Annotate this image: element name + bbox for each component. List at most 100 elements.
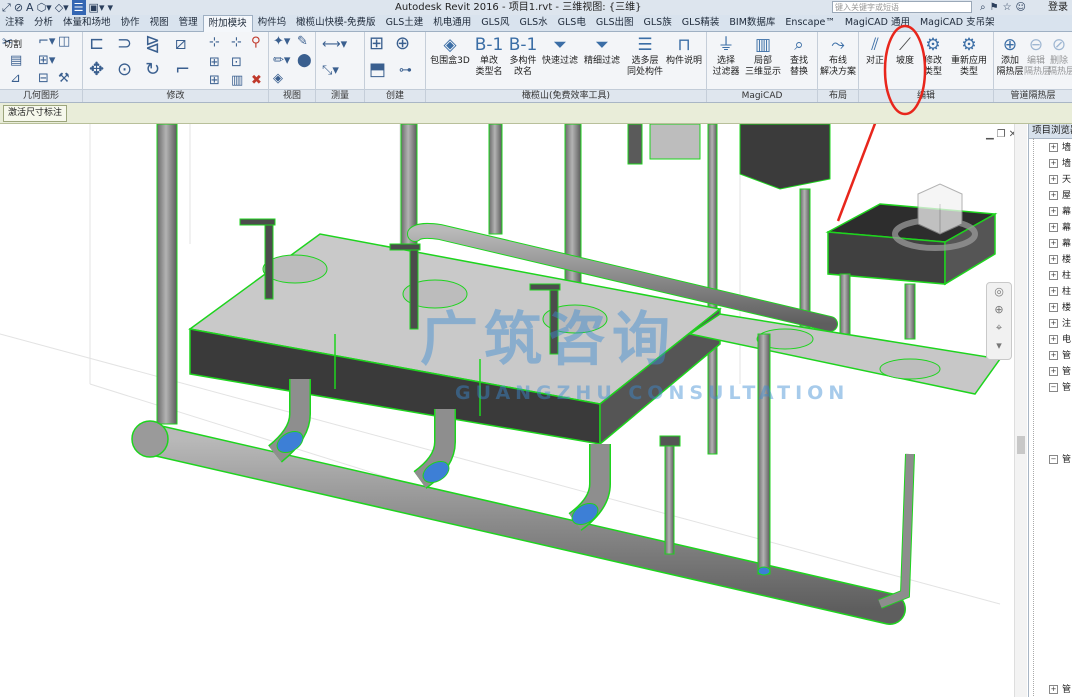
expand-icon[interactable]: + (1049, 271, 1058, 280)
tree-item[interactable]: + 天 (1049, 174, 1071, 187)
linework-icon[interactable]: ✏▾ (273, 54, 290, 68)
tree-item[interactable]: + 幕 (1049, 206, 1071, 219)
tree-item[interactable]: + 楼 (1049, 254, 1071, 267)
expand-icon[interactable]: + (1049, 159, 1058, 168)
create-assembly-icon[interactable]: ⊞ (369, 34, 384, 54)
tab-view[interactable]: 视图 (145, 15, 174, 31)
paint-icon[interactable]: ⊞▾ (38, 54, 55, 68)
reapply-type-button[interactable]: ⚙ 重新应用 类型 (947, 34, 991, 88)
thin-lines-icon[interactable]: ☰ (71, 0, 86, 15)
3d-viewport[interactable]: 广筑咨询 GUANGZHU CONSULTATION ▁❐✕ ◎ ⊕ ⌖ ▾ (0, 124, 1028, 697)
component-info-button[interactable]: ⊓ 构件说明 (664, 34, 704, 88)
tree-item[interactable]: + 墙 (1049, 158, 1071, 171)
expand-icon[interactable]: + (1049, 207, 1058, 216)
edit-insulation-button[interactable]: ⊖ 编辑 隔热层 (1024, 34, 1051, 88)
expand-icon[interactable]: + (1049, 143, 1058, 152)
tree-item[interactable]: + 管 (1049, 366, 1071, 379)
tree-item[interactable]: + 楼 (1049, 302, 1071, 315)
scale-icon[interactable]: ⊡ (231, 56, 242, 70)
tree-item[interactable]: + 柱 (1049, 286, 1071, 299)
remove-insulation-button[interactable]: ⊘ 删除 隔热层 (1048, 34, 1072, 88)
lightbulb-icon[interactable]: ✦▾ (273, 35, 290, 49)
create-parts-icon[interactable]: ⬒ (369, 60, 386, 80)
minimize-view-icon[interactable]: ▁ (986, 129, 997, 140)
pin-icon[interactable]: ⚲ (251, 36, 261, 50)
tab-gls-hvac[interactable]: GLS风 (476, 15, 514, 31)
find-replace-button[interactable]: ⌕ 查找 替换 (783, 34, 815, 88)
section-icon[interactable]: ◇▾ (55, 0, 69, 15)
star-icon[interactable]: ☆ (1003, 2, 1016, 13)
vertical-scrollbar[interactable] (1014, 124, 1027, 697)
expand-icon[interactable]: + (1049, 319, 1058, 328)
unpin-icon[interactable]: ⊞ (209, 74, 220, 88)
offset-icon[interactable]: ⊃ (117, 34, 132, 54)
local-3d-button[interactable]: ▥ 局部 三维显示 (743, 34, 783, 88)
routing-solutions-button[interactable]: ⤳ 布线 解决方案 (818, 34, 858, 88)
expand-icon[interactable]: + (1049, 191, 1058, 200)
measure-icon[interactable]: ⤢ (2, 0, 11, 15)
tree-item[interactable]: + 柱 (1049, 270, 1071, 283)
3d-view-icon[interactable]: ⬡▾ (37, 0, 52, 15)
array-icon[interactable]: ⊞ (209, 56, 220, 70)
tab-annotate[interactable]: 注释 (0, 15, 29, 31)
search-input[interactable]: 键入关键字或短语 (832, 1, 972, 13)
expand-icon[interactable]: + (1049, 287, 1058, 296)
tree-item[interactable]: + 管 (1049, 684, 1071, 697)
tab-collaborate[interactable]: 协作 (116, 15, 145, 31)
quick-filter-button[interactable]: ⏷ 快速过滤 (540, 34, 580, 88)
trim-icon[interactable]: ⌐ (175, 60, 190, 80)
tree-item[interactable]: − 管 (1049, 454, 1071, 467)
measure-distance-icon[interactable]: ⟷▾ (322, 38, 347, 52)
expand-icon[interactable]: + (1049, 175, 1058, 184)
3d-model-drawing[interactable] (0, 124, 1014, 697)
tree-item[interactable]: + 墙 (1049, 142, 1071, 155)
zoom-icon[interactable]: ⊕ (987, 301, 1011, 319)
extend-icon[interactable]: ▥ (231, 74, 243, 88)
override-icon[interactable]: ✎ (297, 35, 308, 49)
copy-icon[interactable]: ⊙ (117, 60, 132, 80)
tab-gls-electrical[interactable]: GLS电 (553, 15, 591, 31)
eraser-icon[interactable]: ◈ (273, 72, 283, 86)
tab-addins[interactable]: 附加模块 (202, 15, 253, 32)
tree-item[interactable]: + 管 (1049, 350, 1071, 363)
mirror-draw-icon[interactable]: ⧄ (175, 34, 186, 54)
tab-manage[interactable]: 管理 (174, 15, 203, 31)
tag-icon[interactable]: ⊘ (14, 0, 23, 15)
rotate-icon[interactable]: ↻ (145, 60, 160, 80)
multi-rename-button[interactable]: B-1 多构件 改名 (506, 34, 540, 88)
align-icon[interactable]: ⊏ (89, 34, 104, 54)
collapse-icon[interactable]: − (1049, 383, 1058, 392)
collapse-icon[interactable]: − (1049, 455, 1058, 464)
split-icon[interactable]: ⊹ (209, 36, 220, 50)
hammer-icon[interactable]: ⚒ (58, 72, 70, 86)
tab-bim-database[interactable]: BIM数据库 (724, 15, 780, 31)
steering-wheel-icon[interactable]: ◎ (987, 283, 1011, 301)
tree-item[interactable]: + 电 (1049, 334, 1071, 347)
login-link[interactable]: 登录 (1048, 0, 1068, 15)
fine-filter-button[interactable]: ⏷ 精细过滤 (582, 34, 622, 88)
tab-massing[interactable]: 体量和场地 (58, 15, 116, 31)
demolish-icon[interactable]: ⊿ (10, 72, 21, 86)
nav-menu-icon[interactable]: ▾ (987, 337, 1011, 355)
expand-icon[interactable]: + (1049, 223, 1058, 232)
tab-gls-interior[interactable]: GLS精装 (677, 15, 725, 31)
tab-goujianwu[interactable]: 构件坞 (253, 15, 292, 31)
tab-analyze[interactable]: 分析 (29, 15, 58, 31)
tree-item[interactable]: + 幕 (1049, 222, 1071, 235)
tab-gls-kuaimo[interactable]: 橄榄山快模-免费版 (291, 15, 380, 31)
scrollbar-thumb[interactable] (1017, 436, 1025, 454)
user-icon[interactable]: ☺ (1016, 2, 1030, 13)
tree-item[interactable]: + 注 (1049, 318, 1071, 331)
split-gap-icon[interactable]: ⊹ (231, 36, 242, 50)
delete-icon[interactable]: ✖ (251, 74, 262, 88)
cut-label[interactable]: 切割 (4, 37, 22, 50)
activate-dimensions-button[interactable]: 激活尺寸标注 (3, 105, 68, 122)
select-multilevel-button[interactable]: ☰ 选多层 同处构件 (624, 34, 666, 88)
aligned-dimension-icon[interactable]: ⤡▾ (322, 64, 339, 78)
tab-mep-general[interactable]: 机电通用 (428, 15, 476, 31)
close-hidden-icon[interactable]: ▣▾ (89, 0, 105, 15)
remove-paint-icon[interactable]: ⊟ (38, 72, 49, 86)
split-face-icon[interactable]: ▤ (10, 54, 22, 68)
expand-icon[interactable]: + (1049, 367, 1058, 376)
binoculars-icon[interactable]: ⌕ (980, 2, 990, 13)
